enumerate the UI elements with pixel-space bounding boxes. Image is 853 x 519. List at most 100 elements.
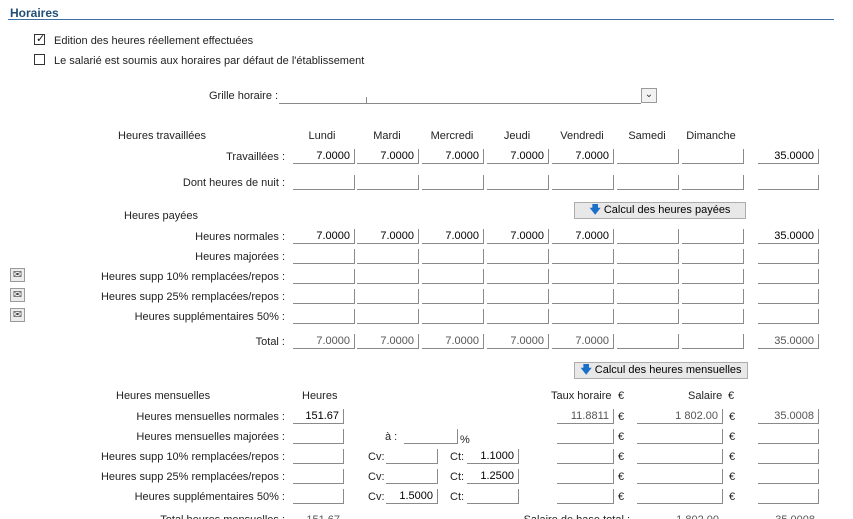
mens-normales-total-field[interactable]: 35.0008 — [758, 409, 819, 424]
majoration-rate-field[interactable] — [404, 429, 458, 444]
majorees-row-samedi-field[interactable] — [617, 249, 679, 264]
majorees-row-vendredi-field[interactable] — [552, 249, 614, 264]
nuit-row-mercredi-field[interactable] — [422, 175, 484, 190]
mens-supp10-salaire-field[interactable] — [637, 449, 723, 464]
mens-supp10-cv-field[interactable] — [386, 449, 438, 464]
majorees-row-total-field[interactable] — [758, 249, 819, 264]
nuit-row-mardi-field[interactable] — [357, 175, 419, 190]
mens-normales-taux-field[interactable]: 11.8811 — [557, 409, 614, 424]
supp50-row-jeudi-field[interactable] — [487, 309, 549, 324]
nuit-row-total-field[interactable] — [758, 175, 819, 190]
edition-checkbox[interactable]: ✓ — [34, 33, 45, 45]
nuit-row-dimanche-field[interactable] — [682, 175, 744, 190]
payees-total-row-mercredi-field[interactable]: 7.0000 — [422, 334, 484, 349]
mens-supp50-taux-field[interactable] — [557, 489, 614, 504]
supp10-row-lundi-field[interactable] — [293, 269, 355, 284]
supp25-row-vendredi-field[interactable] — [552, 289, 614, 304]
supp50-row-samedi-field[interactable] — [617, 309, 679, 324]
travaillees-row-jeudi-field[interactable]: 7.0000 — [487, 149, 549, 164]
travaillees-row-label: Travaillées : — [226, 151, 285, 163]
mens-supp25-total-field[interactable] — [758, 469, 819, 484]
payees-total-row-total-field[interactable]: 35.0000 — [758, 334, 819, 349]
normales-row-mardi-field[interactable]: 7.0000 — [357, 229, 419, 244]
nuit-row-vendredi-field[interactable] — [552, 175, 614, 190]
travaillees-row-samedi-field[interactable] — [617, 149, 679, 164]
travaillees-row-mardi-field[interactable]: 7.0000 — [357, 149, 419, 164]
mens-supp50-cv-field[interactable]: 1.5000 — [386, 489, 438, 504]
mens-supp10-total-field[interactable] — [758, 449, 819, 464]
supp25-row-samedi-field[interactable] — [617, 289, 679, 304]
ct-label: Ct: — [450, 491, 465, 503]
supp25-row-mardi-field[interactable] — [357, 289, 419, 304]
mens-supp10-ct-field[interactable]: 1.1000 — [467, 449, 519, 464]
supp50-row-mercredi-field[interactable] — [422, 309, 484, 324]
payees-total-row-samedi-field[interactable] — [617, 334, 679, 349]
supp25-row-mercredi-field[interactable] — [422, 289, 484, 304]
supp10-row-mercredi-field[interactable] — [422, 269, 484, 284]
mens-supp25-cv-field[interactable] — [386, 469, 438, 484]
mens-supp50-ct-field[interactable] — [467, 489, 519, 504]
supp10-row-samedi-field[interactable] — [617, 269, 679, 284]
grille-select[interactable] — [279, 88, 641, 104]
normales-row-samedi-field[interactable] — [617, 229, 679, 244]
calc-heures-mensuelles-button[interactable]: 🡇 Calcul des heures mensuelles — [574, 362, 748, 379]
nuit-row-samedi-field[interactable] — [617, 175, 679, 190]
supp25-row-jeudi-field[interactable] — [487, 289, 549, 304]
mens-majorees-heures-field[interactable] — [293, 429, 344, 444]
payees-total-row-vendredi-field[interactable]: 7.0000 — [552, 334, 614, 349]
majorees-row-lundi-field[interactable] — [293, 249, 355, 264]
majorees-row-mercredi-field[interactable] — [422, 249, 484, 264]
normales-row-vendredi-field[interactable]: 7.0000 — [552, 229, 614, 244]
travaillees-row-vendredi-field[interactable]: 7.0000 — [552, 149, 614, 164]
majorees-row-jeudi-field[interactable] — [487, 249, 549, 264]
nuit-row-lundi-field[interactable] — [293, 175, 355, 190]
mens-supp25-salaire-field[interactable] — [637, 469, 723, 484]
mens-majorees-total-field[interactable] — [758, 429, 819, 444]
calc-heures-payees-button[interactable]: 🡇 Calcul des heures payées — [574, 202, 746, 219]
mens-supp50-salaire-field[interactable] — [637, 489, 723, 504]
mens-majorees-salaire-field[interactable] — [637, 429, 723, 444]
normales-row-jeudi-field[interactable]: 7.0000 — [487, 229, 549, 244]
mens-normales-salaire-field[interactable]: 1 802.00 — [637, 409, 723, 424]
supp50-row-total-field[interactable] — [758, 309, 819, 324]
mens-normales-heures-field[interactable]: 151.67 — [293, 409, 344, 424]
supp10-row-mardi-field[interactable] — [357, 269, 419, 284]
nuit-row-jeudi-field[interactable] — [487, 175, 549, 190]
payees-total-row-mardi-field[interactable]: 7.0000 — [357, 334, 419, 349]
default-hours-checkbox[interactable] — [34, 54, 45, 65]
supp50-row-mardi-field[interactable] — [357, 309, 419, 324]
mens-supp10-heures-field[interactable] — [293, 449, 344, 464]
supp50-row-vendredi-field[interactable] — [552, 309, 614, 324]
mens-supp50-total-field[interactable] — [758, 489, 819, 504]
normales-row-dimanche-field[interactable] — [682, 229, 744, 244]
supp25-row-label: Heures supp 25% remplacées/repos : — [100, 291, 285, 303]
mens-supp25-taux-field[interactable] — [557, 469, 614, 484]
payees-total-row-dimanche-field[interactable] — [682, 334, 744, 349]
payees-total-row-jeudi-field[interactable]: 7.0000 — [487, 334, 549, 349]
majorees-row-dimanche-field[interactable] — [682, 249, 744, 264]
supp10-row-total-field[interactable] — [758, 269, 819, 284]
mens-supp25-ct-field[interactable]: 1.2500 — [467, 469, 519, 484]
supp10-row-dimanche-field[interactable] — [682, 269, 744, 284]
mens-majorees-taux-field[interactable] — [557, 429, 614, 444]
supp50-row-lundi-field[interactable] — [293, 309, 355, 324]
supp25-row-lundi-field[interactable] — [293, 289, 355, 304]
mens-supp10-taux-field[interactable] — [557, 449, 614, 464]
travaillees-row-mercredi-field[interactable]: 7.0000 — [422, 149, 484, 164]
supp25-row-total-field[interactable] — [758, 289, 819, 304]
travaillees-row-total-field[interactable]: 35.0000 — [758, 149, 819, 164]
normales-row-total-field[interactable]: 35.0000 — [758, 229, 819, 244]
majorees-row-mardi-field[interactable] — [357, 249, 419, 264]
payees-total-row-lundi-field[interactable]: 7.0000 — [293, 334, 355, 349]
supp50-row-dimanche-field[interactable] — [682, 309, 744, 324]
supp25-row-dimanche-field[interactable] — [682, 289, 744, 304]
supp10-row-jeudi-field[interactable] — [487, 269, 549, 284]
travaillees-row-dimanche-field[interactable] — [682, 149, 744, 164]
normales-row-mercredi-field[interactable]: 7.0000 — [422, 229, 484, 244]
normales-row-lundi-field[interactable]: 7.0000 — [293, 229, 355, 244]
chevron-down-icon[interactable]: ⌄ — [641, 88, 657, 103]
supp10-row-vendredi-field[interactable] — [552, 269, 614, 284]
travaillees-row-lundi-field[interactable]: 7.0000 — [293, 149, 355, 164]
mens-supp25-heures-field[interactable] — [293, 469, 344, 484]
mens-supp50-heures-field[interactable] — [293, 489, 344, 504]
